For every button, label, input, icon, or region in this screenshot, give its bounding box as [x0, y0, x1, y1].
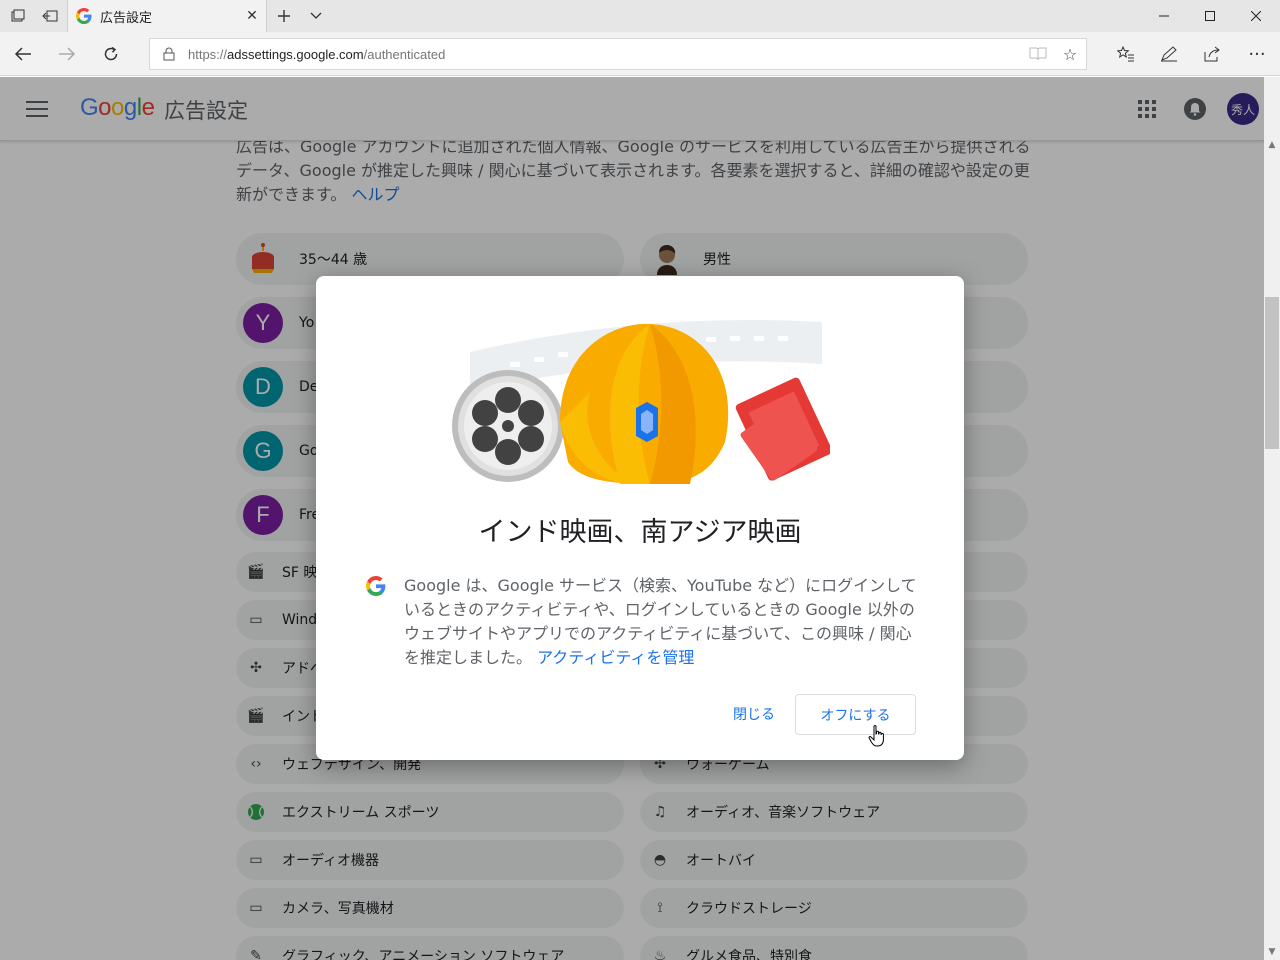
maximize-icon[interactable]: [1187, 0, 1233, 32]
scroll-down-arrow-icon[interactable]: ▼: [1264, 944, 1280, 960]
more-options-icon[interactable]: ···: [1235, 32, 1279, 76]
tab-active[interactable]: 広告設定 ✕: [67, 0, 267, 32]
dialog-text: Google は、Google サービス（検索、YouTube など）にログイン…: [404, 576, 917, 667]
url-text: https://adssettings.google.com/authentic…: [188, 46, 446, 62]
tab-close-icon[interactable]: ✕: [238, 8, 266, 24]
new-tab-icon[interactable]: [268, 0, 300, 32]
close-button[interactable]: 閉じる: [720, 696, 788, 732]
page-scrollbar[interactable]: ▲ ▼: [1264, 77, 1280, 960]
refresh-icon[interactable]: [89, 32, 133, 76]
scroll-thumb[interactable]: [1265, 297, 1279, 449]
dialog-title: インド映画、南アジア映画: [478, 517, 802, 548]
tab-preview-chevron-icon[interactable]: [300, 0, 332, 32]
manage-activity-link[interactable]: アクティビティを管理: [537, 648, 694, 667]
tab-manager-icon[interactable]: [2, 0, 34, 32]
minimize-icon[interactable]: [1141, 0, 1187, 32]
tab-strip: 広告設定 ✕: [0, 0, 1280, 32]
share-icon[interactable]: [1190, 32, 1234, 76]
favorites-list-icon[interactable]: [1104, 32, 1148, 76]
google-g-icon: [366, 576, 386, 596]
favorite-star-icon[interactable]: ☆: [1054, 39, 1086, 69]
lock-icon: [163, 47, 175, 61]
turn-off-button[interactable]: オフにする: [795, 694, 916, 735]
navigation-bar: https://adssettings.google.com/authentic…: [0, 32, 1280, 76]
scroll-up-arrow-icon[interactable]: ▲: [1264, 137, 1280, 153]
hand-cursor-icon: [868, 725, 884, 747]
web-notes-icon[interactable]: [1147, 32, 1191, 76]
back-icon[interactable]: [1, 32, 45, 76]
tab-title: 広告設定: [100, 10, 153, 26]
reading-view-icon[interactable]: [1022, 39, 1054, 69]
interest-dialog: インド映画、南アジア映画 Google は、Google サービス（検索、You…: [316, 276, 964, 760]
movie-illustration: [452, 320, 830, 484]
forward-icon[interactable]: [45, 32, 89, 76]
address-bar[interactable]: https://adssettings.google.com/authentic…: [149, 38, 1087, 70]
window-close-icon[interactable]: [1233, 0, 1279, 32]
google-favicon-icon: [76, 8, 92, 24]
set-aside-tabs-icon[interactable]: [34, 0, 66, 32]
dialog-body: Google は、Google サービス（検索、YouTube など）にログイン…: [366, 574, 926, 670]
